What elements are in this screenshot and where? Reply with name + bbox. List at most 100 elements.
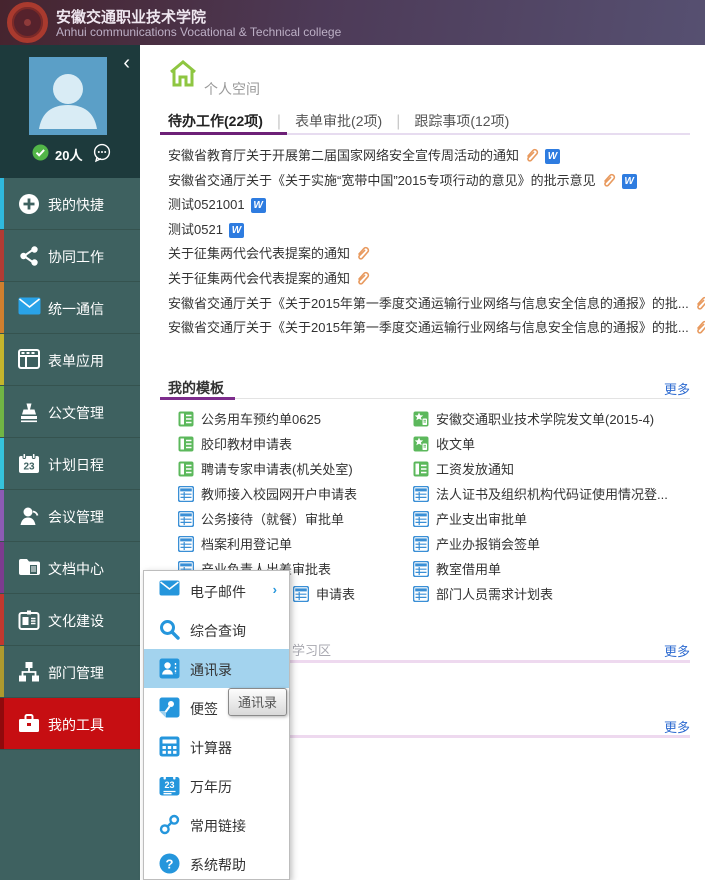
template-item[interactable]: 安徽交通职业技术学院发文单(2015-4)	[413, 407, 673, 432]
popup-item-search[interactable]: 综合查询	[144, 610, 289, 649]
template-item[interactable]: 档案利用登记单	[178, 532, 438, 557]
template-item-label: 申请表	[316, 587, 355, 602]
sidebar-item-color-bar	[0, 542, 4, 593]
header-bar: 安徽交通职业技术学院 Anhui communications Vocation…	[0, 0, 705, 45]
template-item[interactable]: 公务用车预约单0625	[178, 407, 438, 432]
todo-item-title: 安徽省交通厅关于《关于2015年第一季度交通运输行业网络与信息安全信息的通报》的…	[168, 320, 689, 335]
popup-item-links[interactable]: 常用链接	[144, 805, 289, 844]
sidebar-item-计划日程[interactable]: 23计划日程	[0, 438, 140, 490]
sidebar-item-label: 会议管理	[48, 507, 104, 527]
sidebar-item-我的快捷[interactable]: 我的快捷	[0, 178, 140, 230]
sidebar-item-表单应用[interactable]: 表单应用	[0, 334, 140, 386]
college-logo	[7, 2, 48, 43]
avatar-silhouette	[29, 57, 107, 135]
green-star-icon	[413, 412, 436, 427]
calendar-icon: 23	[18, 453, 40, 475]
calendar-icon: 23	[159, 775, 180, 796]
popup-item-calendar[interactable]: 23万年历	[144, 766, 289, 805]
sidebar-item-color-bar	[0, 646, 4, 697]
templates-underline	[160, 398, 690, 399]
green-form-icon	[413, 462, 436, 477]
todo-item-title: 测试0521	[168, 222, 223, 237]
sidebar-item-协同工作[interactable]: 协同工作	[0, 230, 140, 282]
help-icon: ?	[159, 853, 180, 874]
template-item[interactable]: 收文单	[413, 432, 673, 457]
search-icon	[159, 619, 180, 640]
todo-item[interactable]: 关于征集两代会代表提案的通知	[168, 267, 698, 292]
briefcase-icon	[18, 713, 40, 735]
template-item-label: 法人证书及组织机构代码证使用情况登...	[436, 487, 668, 502]
section-a-more-link[interactable]: 更多	[664, 641, 690, 660]
org-icon	[18, 661, 40, 683]
sidebar-item-统一通信[interactable]: 统一通信	[0, 282, 140, 334]
calculator-icon	[159, 736, 180, 757]
sidebar-item-label: 部门管理	[48, 663, 104, 683]
popup-item-calculator[interactable]: 计算器	[144, 727, 289, 766]
todo-item[interactable]: 测试0521001W	[168, 193, 698, 218]
todo-item[interactable]: 关于征集两代会代表提案的通知	[168, 242, 698, 267]
template-item[interactable]: 教室借用单	[413, 557, 673, 582]
sidebar-item-label: 表单应用	[48, 351, 104, 371]
link-icon	[159, 814, 180, 835]
blue-table-icon	[178, 537, 201, 552]
todo-item[interactable]: 安徽省交通厅关于《关于实施“宽带中国”2015专项行动的意见》的批示意见W	[168, 169, 698, 194]
todo-item[interactable]: 测试0521 W	[168, 218, 698, 243]
blue-table-icon	[293, 587, 316, 602]
template-item[interactable]: 公务接待（就餐）审批单	[178, 507, 438, 532]
blue-table-icon	[413, 587, 436, 602]
popup-item-label: 通讯录	[190, 660, 232, 680]
todo-item[interactable]: 安徽省交通厅关于《关于2015年第一季度交通运输行业网络与信息安全信息的通报》的…	[168, 316, 698, 341]
template-item[interactable]: 产业支出审批单	[413, 507, 673, 532]
attachment-icon	[601, 172, 616, 197]
todo-item[interactable]: 安徽省交通厅关于《关于2015年第一季度交通运输行业网络与信息安全信息的通报》的…	[168, 292, 698, 317]
template-item[interactable]: 工资发放通知	[413, 457, 673, 482]
attachment-icon	[355, 270, 370, 295]
templates-right-column: 安徽交通职业技术学院发文单(2015-4) 收文单工资发放通知法人证书及组织机构代…	[413, 407, 673, 607]
attachment-icon	[524, 147, 539, 172]
sidebar-item-文档中心[interactable]: 文档中心	[0, 542, 140, 594]
popup-item-label: 常用链接	[190, 816, 246, 836]
popup-item-help[interactable]: ?系统帮助	[144, 844, 289, 880]
collapse-sidebar-icon[interactable]: ‹	[123, 53, 130, 73]
mail-icon	[18, 297, 40, 319]
submenu-arrow-icon: ›	[273, 582, 277, 597]
tab-todo[interactable]: 待办工作(22项)	[168, 111, 263, 131]
green-form-icon	[178, 462, 201, 477]
sidebar-item-label: 协同工作	[48, 247, 104, 267]
active-tab-underline	[160, 132, 287, 135]
popup-item-label: 计算器	[190, 738, 232, 758]
sidebar-item-我的工具[interactable]: 我的工具	[0, 698, 140, 750]
popup-item-label: 电子邮件	[190, 582, 246, 602]
home-icon[interactable]	[167, 59, 199, 94]
sidebar-item-会议管理[interactable]: 会议管理	[0, 490, 140, 542]
template-item[interactable]: 教师接入校园网开户申请表	[178, 482, 438, 507]
tab-tracking[interactable]: 跟踪事项(12项)	[414, 111, 509, 131]
template-item-label: 安徽交通职业技术学院发文单(2015-4)	[436, 412, 654, 427]
tab-separator: |	[396, 113, 400, 131]
template-item[interactable]: 产业办报销会签单	[413, 532, 673, 557]
template-item[interactable]: 聘请专家申请表(机关处室)	[178, 457, 438, 482]
template-item[interactable]: 部门人员需求计划表	[413, 582, 673, 607]
blue-table-icon	[413, 562, 436, 577]
popup-item-contacts[interactable]: 通讯录	[144, 649, 289, 688]
avatar[interactable]	[29, 57, 107, 135]
template-item[interactable]: 胶印教材申请表	[178, 432, 438, 457]
todo-item[interactable]: 安徽省教育厅关于开展第二届国家网络安全宣传周活动的通知W	[168, 144, 698, 169]
sidebar-item-文化建设[interactable]: 文化建设	[0, 594, 140, 646]
section-b-more-link[interactable]: 更多	[664, 717, 690, 736]
sidebar-item-部门管理[interactable]: 部门管理	[0, 646, 140, 698]
popup-item-label: 便签	[190, 699, 218, 719]
svg-text:?: ?	[166, 857, 174, 872]
word-doc-icon: W	[229, 223, 244, 238]
sidebar-menu: 我的快捷协同工作统一通信表单应用公文管理23计划日程会议管理文档中心文化建设部门…	[0, 178, 140, 750]
sidebar-item-公文管理[interactable]: 公文管理	[0, 386, 140, 438]
chat-bubble-icon[interactable]	[92, 143, 112, 168]
popup-item-email[interactable]: 电子邮件 ›	[144, 571, 289, 610]
online-check-icon	[32, 144, 49, 166]
tab-form-approval[interactable]: 表单审批(2项)	[295, 111, 382, 131]
template-item[interactable]: 法人证书及组织机构代码证使用情况登...	[413, 482, 673, 507]
contacts-icon	[159, 658, 180, 679]
app-window: 安徽交通职业技术学院 Anhui communications Vocation…	[0, 0, 705, 880]
sidebar-item-color-bar	[0, 438, 4, 489]
templates-more-link[interactable]: 更多	[664, 379, 690, 398]
